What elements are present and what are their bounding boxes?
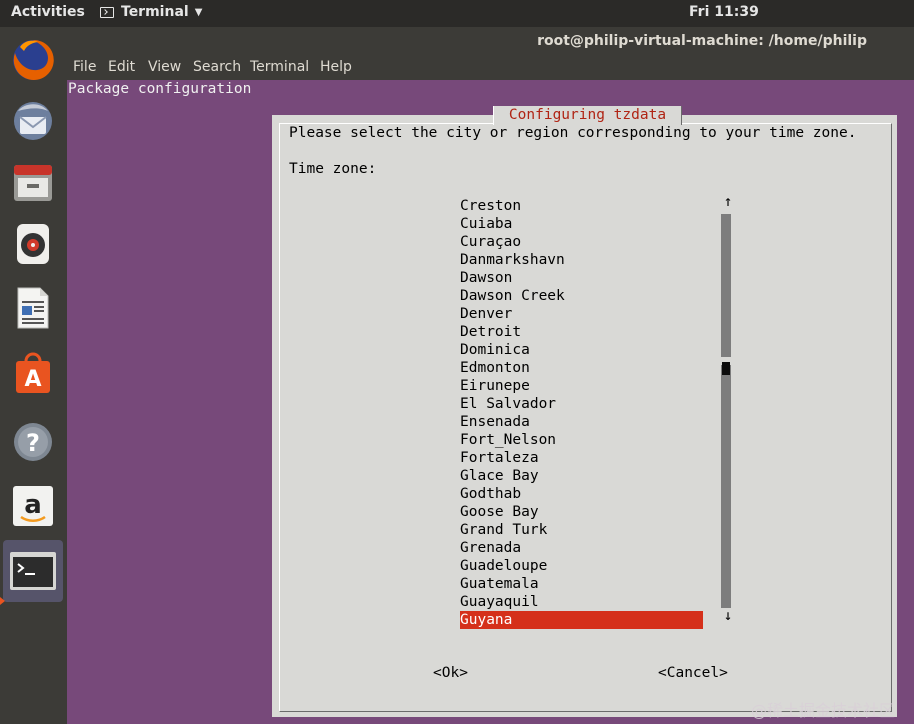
timezone-option[interactable]: Guayaquil [460, 593, 703, 611]
timezone-option[interactable]: Ensenada [460, 413, 703, 431]
terminal-icon [100, 6, 114, 18]
menu-view[interactable]: View [148, 59, 181, 75]
timezone-option[interactable]: Eirunepe [460, 377, 703, 395]
thunderbird-icon [14, 102, 52, 140]
dock-item-writer[interactable] [8, 281, 58, 335]
timezone-option[interactable]: Curaçao [460, 233, 703, 251]
dialog-title: Configuring tzdata [493, 106, 682, 125]
svg-text:a: a [24, 490, 42, 520]
dock-item-rhythmbox[interactable] [8, 217, 58, 271]
timezone-label: Time zone: [289, 161, 377, 177]
watermark: @稀土掘金技术社区 [751, 701, 896, 720]
timezone-option[interactable]: Grenada [460, 539, 703, 557]
timezone-option[interactable]: Guadeloupe [460, 557, 703, 575]
help-icon: ? [14, 423, 52, 461]
timezone-option[interactable]: Edmonton [460, 359, 703, 377]
menu-bar: File Edit View Search Terminal Help [67, 56, 914, 80]
timezone-list[interactable]: Creston Cuiaba Curaçao Danmarkshavn Dawson Da… [460, 197, 703, 629]
timezone-option[interactable]: Grand Turk [460, 521, 703, 539]
window-title: root@philip-virtual-machine: /home/phili… [537, 33, 867, 49]
software-center-icon: A [16, 352, 50, 393]
files-icon [14, 165, 52, 201]
timezone-option[interactable]: Dominica [460, 341, 703, 359]
timezone-option[interactable]: Goose Bay [460, 503, 703, 521]
menu-edit[interactable]: Edit [108, 59, 135, 75]
timezone-option[interactable]: Cuiaba [460, 215, 703, 233]
cancel-button[interactable]: <Cancel> [658, 665, 728, 681]
timezone-option[interactable]: Glace Bay [460, 467, 703, 485]
timezone-option[interactable]: Guatemala [460, 575, 703, 593]
app-menu[interactable]: Terminal ▼ [100, 4, 202, 20]
amazon-icon: a [13, 486, 53, 526]
dock-item-amazon[interactable]: a [8, 479, 58, 533]
activities-button[interactable]: Activities [11, 4, 85, 20]
dock-item-files[interactable] [8, 155, 58, 209]
firefox-icon [13, 39, 54, 80]
timezone-option[interactable]: Fort_Nelson [460, 431, 703, 449]
timezone-option[interactable]: Denver [460, 305, 703, 323]
svg-text:A: A [24, 367, 41, 392]
rhythmbox-icon [17, 224, 49, 264]
menu-help[interactable]: Help [320, 59, 352, 75]
dock-item-thunderbird[interactable] [8, 93, 58, 147]
dock-item-firefox[interactable] [8, 33, 58, 87]
launcher-dock: A ? a [0, 27, 67, 724]
timezone-option[interactable]: Guyana [460, 611, 703, 629]
menu-search[interactable]: Search [193, 59, 241, 75]
svg-text:?: ? [26, 429, 40, 457]
package-configuration-header: Package configuration [68, 81, 252, 97]
timezone-option[interactable]: Dawson [460, 269, 703, 287]
dock-item-software[interactable]: A [8, 347, 58, 401]
scroll-up-arrow-icon[interactable]: ↑ [722, 194, 734, 210]
scrollbar-track[interactable] [721, 214, 731, 608]
window-titlebar[interactable]: root@philip-virtual-machine: /home/phili… [67, 27, 914, 56]
scroll-down-arrow-icon[interactable]: ↓ [722, 608, 734, 624]
timezone-option[interactable]: Dawson Creek [460, 287, 703, 305]
dock-item-terminal[interactable] [3, 540, 63, 602]
dock-item-help[interactable]: ? [8, 415, 58, 469]
active-app-indicator [0, 597, 5, 605]
caret-down-icon: ▼ [194, 6, 203, 18]
scrollbar-thumb[interactable] [722, 362, 730, 375]
clock[interactable]: Fri 11:39 [689, 4, 759, 20]
menu-terminal[interactable]: Terminal [250, 59, 309, 75]
app-menu-label: Terminal [121, 4, 189, 20]
timezone-option[interactable]: Detroit [460, 323, 703, 341]
ok-button[interactable]: <Ok> [433, 665, 468, 681]
timezone-option[interactable]: El Salvador [460, 395, 703, 413]
terminal-icon [10, 552, 56, 590]
timezone-option[interactable]: Fortaleza [460, 449, 703, 467]
menu-file[interactable]: File [73, 59, 96, 75]
top-bar: Activities Terminal ▼ Fri 11:39 [0, 0, 914, 27]
timezone-option[interactable]: Danmarkshavn [460, 251, 703, 269]
writer-icon [17, 287, 49, 329]
timezone-option[interactable]: Creston [460, 197, 703, 215]
dialog-prompt: Please select the city or region corresp… [289, 125, 857, 141]
timezone-option[interactable]: Godthab [460, 485, 703, 503]
